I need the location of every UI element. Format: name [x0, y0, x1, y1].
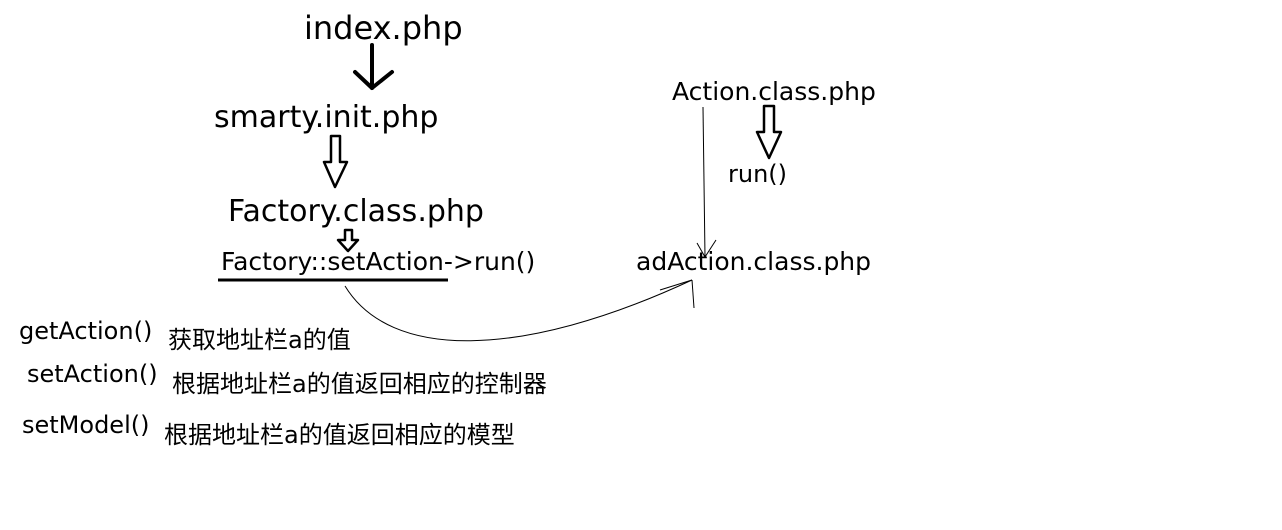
node-adaction-class-php: adAction.class.php	[636, 247, 872, 276]
method-name: getAction()	[19, 317, 153, 345]
arrow-action-to-run	[755, 104, 783, 160]
arrow-index-to-smarty	[353, 43, 394, 90]
node-factory-class-php: Factory.class.php	[228, 194, 484, 229]
arrow-action-to-adaction	[696, 106, 717, 258]
node-smarty-init-php: smarty.init.php	[214, 100, 439, 135]
method-name: setAction()	[27, 360, 158, 388]
method-description: 获取地址栏a的值	[168, 326, 351, 354]
node-action-class-php: Action.class.php	[672, 77, 876, 106]
method-description: 根据地址栏a的值返回相应的控制器	[172, 370, 547, 398]
run-call: ->run()	[443, 247, 536, 276]
method-name: setModel()	[22, 411, 150, 439]
node-factory-call: Factory::setAction->run()	[221, 249, 535, 274]
node-index-php: index.php	[304, 9, 463, 47]
arrow-smarty-to-factory	[322, 134, 349, 189]
node-run: run()	[728, 160, 788, 188]
method-description: 根据地址栏a的值返回相应的模型	[164, 421, 515, 449]
factory-set-action-call: Factory::setAction	[221, 247, 444, 276]
arrow-factory-to-adaction	[344, 279, 695, 342]
